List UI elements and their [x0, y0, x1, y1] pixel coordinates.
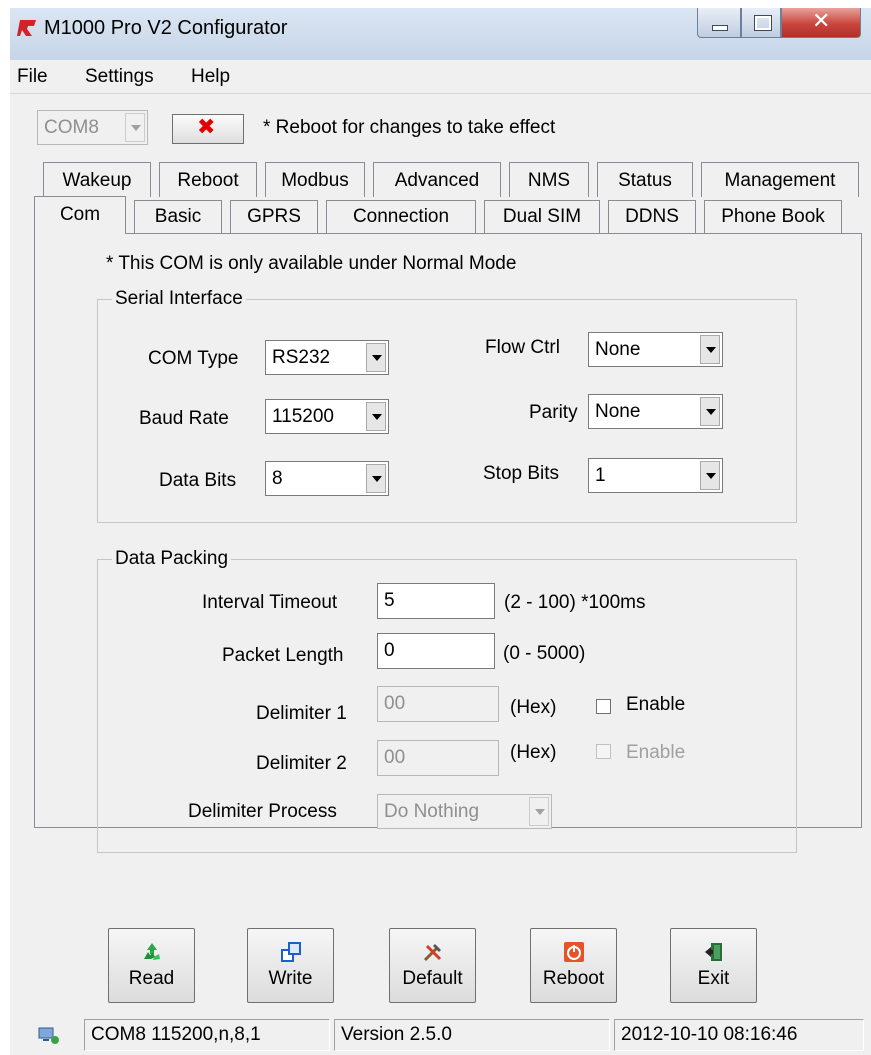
chevron-down-icon: [125, 113, 145, 142]
write-icon: [280, 941, 302, 963]
delimiter-2-input[interactable]: 00: [377, 740, 499, 776]
chevron-down-icon: [700, 335, 720, 364]
close-button[interactable]: ✕: [781, 8, 861, 38]
flow-ctrl-label: Flow Ctrl: [485, 337, 560, 358]
exit-button-label: Exit: [697, 968, 730, 989]
chevron-down-icon: [700, 461, 720, 490]
delimiter-2-hint: (Hex): [510, 742, 557, 763]
write-button-label: Write: [268, 968, 313, 989]
default-button-label: Default: [402, 968, 463, 989]
delimiter-2-enable-checkbox[interactable]: [596, 744, 611, 759]
com-type-label: COM Type: [148, 348, 239, 369]
maximize-icon: [754, 15, 772, 31]
menu-divider: [10, 93, 871, 94]
com-type-select[interactable]: RS232: [265, 340, 389, 375]
tab-modbus[interactable]: Modbus: [265, 162, 365, 197]
delimiter-process-select[interactable]: Do Nothing: [377, 794, 552, 829]
exit-button[interactable]: Exit: [670, 928, 757, 1003]
reboot-note: * Reboot for changes to take effect: [263, 117, 556, 138]
tab-dual-sim[interactable]: Dual SIM: [484, 200, 600, 233]
tab-reboot[interactable]: Reboot: [159, 162, 257, 197]
com-note: * This COM is only available under Norma…: [106, 253, 517, 274]
tab-com[interactable]: Com: [34, 196, 126, 234]
flow-ctrl-select[interactable]: None: [588, 332, 723, 367]
chevron-down-icon: [366, 343, 386, 372]
disconnect-x-icon: ✖: [197, 115, 216, 140]
minimize-button[interactable]: [697, 8, 741, 38]
chevron-down-icon: [366, 464, 386, 493]
interval-timeout-input[interactable]: 5: [377, 583, 495, 619]
delimiter-2-enable-label[interactable]: Enable: [626, 742, 685, 764]
delimiter-1-enable-label[interactable]: Enable: [626, 694, 685, 716]
read-button-label: Read: [128, 968, 175, 989]
tools-icon: [422, 941, 444, 963]
tab-gprs[interactable]: GPRS: [230, 200, 318, 233]
packet-length-label: Packet Length: [222, 645, 344, 666]
status-port: COM8 115200,n,8,1: [84, 1019, 330, 1051]
delimiter-1-enable-checkbox[interactable]: [596, 699, 611, 714]
delimiter-1-hint: (Hex): [510, 697, 557, 718]
menu-settings[interactable]: Settings: [85, 66, 154, 88]
power-icon: [563, 941, 585, 963]
tab-ddns[interactable]: DDNS: [608, 200, 696, 233]
data-bits-select[interactable]: 8: [265, 461, 389, 496]
menu-help[interactable]: Help: [191, 66, 230, 88]
delimiter-1-input[interactable]: 00: [377, 686, 499, 722]
delimiter-1-label: Delimiter 1: [256, 703, 347, 724]
close-icon: ✕: [812, 9, 831, 34]
data-bits-label: Data Bits: [159, 470, 237, 491]
delimiter-2-label: Delimiter 2: [256, 753, 347, 774]
status-datetime: 2012-10-10 08:16:46: [614, 1019, 864, 1051]
chevron-down-icon: [529, 797, 549, 826]
stop-bits-label: Stop Bits: [483, 463, 560, 484]
parity-label: Parity: [529, 402, 578, 423]
data-packing-title: Data Packing: [112, 548, 232, 570]
tab-status[interactable]: Status: [597, 162, 693, 197]
chevron-down-icon: [700, 397, 720, 426]
serial-interface-title: Serial Interface: [112, 288, 246, 310]
reboot-button[interactable]: Reboot: [530, 928, 617, 1003]
minimize-icon: [712, 25, 728, 31]
maximize-button[interactable]: [741, 8, 781, 38]
default-button[interactable]: Default: [389, 928, 476, 1003]
tab-wakeup[interactable]: Wakeup: [43, 162, 151, 197]
tab-connection[interactable]: Connection: [326, 200, 476, 233]
delimiter-process-label: Delimiter Process: [188, 801, 337, 822]
window-title: M1000 Pro V2 Configurator: [44, 17, 288, 39]
parity-select[interactable]: None: [588, 394, 723, 429]
tab-nms[interactable]: NMS: [509, 162, 589, 197]
interval-timeout-label: Interval Timeout: [202, 592, 338, 613]
baud-rate-select[interactable]: 115200: [265, 399, 389, 434]
disconnect-button[interactable]: ✖: [172, 114, 244, 144]
chevron-down-icon: [366, 402, 386, 431]
packet-length-hint: (0 - 5000): [503, 643, 586, 664]
network-icon: [38, 1027, 60, 1045]
menu-file[interactable]: File: [17, 66, 48, 88]
tab-advanced[interactable]: Advanced: [373, 162, 501, 197]
stop-bits-select[interactable]: 1: [588, 458, 723, 493]
tab-management[interactable]: Management: [701, 162, 859, 197]
exit-door-icon: [703, 941, 725, 963]
packet-length-input[interactable]: 0: [377, 633, 495, 669]
interval-timeout-hint: (2 - 100) *100ms: [504, 592, 646, 613]
tab-basic[interactable]: Basic: [134, 200, 222, 233]
recycle-icon: [141, 941, 163, 963]
write-button[interactable]: Write: [247, 928, 334, 1003]
read-button[interactable]: Read: [108, 928, 195, 1003]
status-version: Version 2.5.0: [334, 1019, 610, 1051]
baud-rate-label: Baud Rate: [139, 408, 229, 429]
app-logo-icon: [17, 19, 37, 37]
tab-phone-book[interactable]: Phone Book: [704, 200, 842, 233]
port-select[interactable]: COM8: [37, 110, 148, 145]
reboot-button-label: Reboot: [542, 968, 605, 989]
